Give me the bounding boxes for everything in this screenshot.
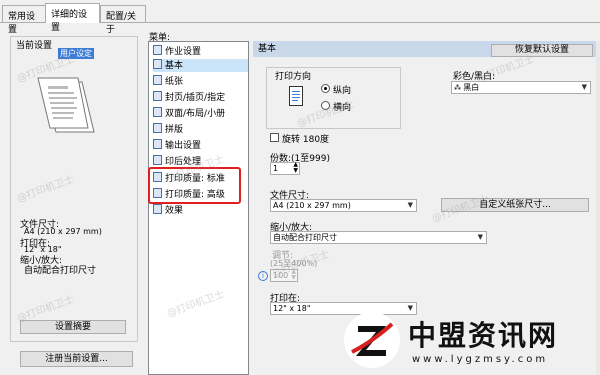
- menu-item-label: 双面/布局/小册: [165, 109, 226, 119]
- menu-item-label: 输出设置: [165, 141, 202, 151]
- brand-name: 中盟资讯网: [408, 319, 559, 352]
- chevron-down-icon: ▼: [407, 201, 413, 209]
- menu-item-imposition[interactable]: 拼版: [153, 123, 183, 136]
- landscape-label: 横向: [333, 103, 352, 113]
- copies-value: 1: [273, 164, 279, 173]
- stepper-arrows-icon[interactable]: ▲ ▼: [293, 162, 298, 174]
- info-icon[interactable]: i: [258, 271, 268, 281]
- menu-item-label: 效果: [165, 206, 184, 216]
- menu-item-cover-insert[interactable]: 封页/插页/指定: [153, 91, 225, 104]
- zoom-value: 自动配合打印尺寸: [273, 233, 337, 242]
- print-on-value: 12" x 18": [273, 304, 311, 313]
- paper-icon: [153, 75, 162, 85]
- tab-detailed-settings[interactable]: 详细的设置: [45, 3, 100, 33]
- color-mode-icon: ⁂: [454, 84, 464, 92]
- summary-zoom-value: 自动配合打印尺寸: [24, 266, 97, 276]
- menu-item-label: 封页/插页/指定: [165, 93, 226, 103]
- job-settings-icon: [153, 45, 162, 55]
- orientation-label: 打印方向: [275, 72, 312, 82]
- scale-value: 100: [273, 271, 289, 280]
- menu-item-label: 印后处理: [165, 157, 202, 167]
- portrait-page-icon: [289, 86, 303, 106]
- tab-common-settings[interactable]: 常用设置: [2, 5, 46, 35]
- menu-item-job-settings[interactable]: 作业设置: [153, 45, 201, 58]
- menu-item-output-settings[interactable]: 输出设置: [153, 139, 201, 152]
- restore-defaults-button[interactable]: 恢复默认设置: [491, 44, 593, 57]
- settings-summary-button[interactable]: 设置摘要: [20, 320, 126, 334]
- zoom-select[interactable]: 自动配合打印尺寸 ▼: [270, 231, 487, 244]
- menu-item-label: 拼版: [165, 125, 184, 135]
- duplex-icon: [153, 107, 162, 117]
- paper-size-select[interactable]: A4 (210 x 297 mm) ▼: [270, 199, 417, 212]
- document-preview-icon: [36, 76, 96, 142]
- menu-item-effects[interactable]: 效果: [153, 204, 183, 217]
- copies-input[interactable]: 1 ▲ ▼: [270, 162, 300, 175]
- paper-size-value: A4 (210 x 297 mm): [273, 201, 351, 210]
- effects-icon: [153, 204, 162, 214]
- chevron-down-icon: ▼: [477, 233, 483, 241]
- menu-item-paper[interactable]: 纸张: [153, 75, 183, 88]
- cover-icon: [153, 91, 162, 101]
- portrait-label: 纵向: [333, 86, 352, 96]
- menu-item-label: 基本: [165, 61, 184, 71]
- chevron-down-icon: ▼: [581, 83, 587, 91]
- register-current-settings-button[interactable]: 注册当前设置...: [20, 351, 133, 367]
- user-setting-label: 用户设定: [58, 48, 94, 59]
- rotate-180-label: 旋转 180度: [282, 135, 330, 145]
- stepper-arrows-icon[interactable]: ▲ ▼: [291, 269, 296, 281]
- custom-paper-size-button[interactable]: 自定义纸张尺寸...: [441, 198, 589, 212]
- color-mode-value: 黑白: [463, 83, 480, 92]
- color-mode-select[interactable]: ⁂ 黑白 ▼: [451, 81, 591, 94]
- imposition-icon: [153, 123, 162, 133]
- brand-logo-icon: [344, 312, 400, 368]
- menu-item-basic[interactable]: 基本: [153, 59, 248, 72]
- rotate-180-checkbox[interactable]: [270, 133, 279, 142]
- highlight-box: [148, 167, 241, 204]
- landscape-radio[interactable]: [321, 101, 330, 110]
- menu-item-duplex-layout[interactable]: 双面/布局/小册: [153, 107, 225, 120]
- portrait-radio[interactable]: [321, 84, 330, 93]
- tab-config-about[interactable]: 配置/关于: [100, 5, 146, 35]
- brand-url: www.lygzmsy.com: [412, 354, 549, 365]
- menu-tree[interactable]: 作业设置 基本 纸张 封页/插页/指定 双面/布局/小册 拼版 输出设置 印后处…: [148, 41, 249, 375]
- summary-paper-size-value: A4 (210 x 297 mm): [24, 227, 102, 236]
- output-icon: [153, 139, 162, 149]
- scale-input[interactable]: 100 ▲ ▼: [270, 269, 298, 282]
- basic-icon: [153, 59, 162, 69]
- brand-watermark: 中盟资讯网 www.lygzmsy.com: [338, 310, 600, 375]
- menu-item-label: 作业设置: [165, 47, 202, 57]
- finishing-icon: [153, 155, 162, 165]
- current-settings-title: 当前设置: [16, 41, 53, 51]
- menu-item-label: 纸张: [165, 77, 184, 87]
